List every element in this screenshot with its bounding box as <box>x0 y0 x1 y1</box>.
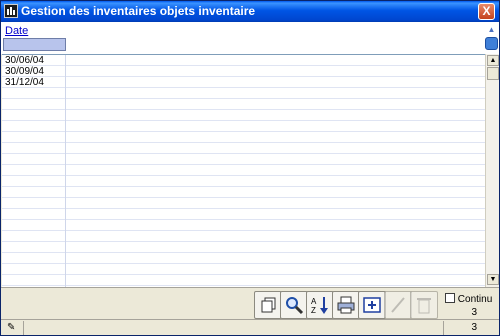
copy-icon <box>261 297 276 313</box>
app-icon <box>4 4 18 18</box>
date-filter-input[interactable] <box>3 38 66 51</box>
copy-button[interactable] <box>254 291 282 319</box>
chevron-up-icon[interactable]: ▲ <box>486 25 497 34</box>
bottom-toolbar: A Z Continu 3 <box>1 287 499 319</box>
close-button[interactable]: X <box>478 3 495 20</box>
edit-icon <box>391 297 405 313</box>
search-button[interactable] <box>280 291 308 319</box>
main-window: Gestion des inventaires objets inventair… <box>0 0 500 336</box>
vertical-scrollbar[interactable]: ▲ ▼ <box>485 54 499 287</box>
status-divider <box>23 321 24 335</box>
window-title: Gestion des inventaires objets inventair… <box>21 4 256 18</box>
continu-label: Continu <box>457 294 493 305</box>
title-bar[interactable]: Gestion des inventaires objets inventair… <box>1 1 499 22</box>
status-bar: ✎ 3 <box>1 319 499 335</box>
svg-text:A: A <box>311 297 317 306</box>
record-count: 3 <box>471 307 477 318</box>
status-divider <box>443 321 444 335</box>
date-column-header[interactable]: Date <box>5 25 28 37</box>
add-button[interactable] <box>358 291 386 319</box>
table-row[interactable]: 30/06/04 <box>5 55 65 66</box>
grid-lines <box>2 55 485 287</box>
options-icon[interactable] <box>485 37 498 50</box>
delete-button[interactable] <box>410 291 438 319</box>
svg-text:Z: Z <box>311 306 316 315</box>
print-icon <box>337 296 355 314</box>
scroll-up-button[interactable]: ▲ <box>487 55 499 66</box>
sort-az-button[interactable]: A Z <box>306 291 334 319</box>
sort-az-icon: A Z <box>311 297 328 315</box>
column-header-area: Date ▲ <box>1 22 499 54</box>
search-icon <box>286 297 304 315</box>
add-icon <box>363 297 381 313</box>
status-count: 3 <box>471 322 477 333</box>
table-row[interactable]: 30/09/04 <box>5 66 65 77</box>
pencil-icon: ✎ <box>7 322 16 333</box>
continu-checkbox[interactable] <box>445 293 455 303</box>
edit-button[interactable] <box>384 291 412 319</box>
column-separator <box>65 55 66 287</box>
table-row[interactable]: 31/12/04 <box>5 77 65 88</box>
scroll-thumb[interactable] <box>487 67 499 80</box>
scroll-down-button[interactable]: ▼ <box>487 274 499 285</box>
continu-option[interactable]: Continu <box>445 293 492 305</box>
data-grid[interactable]: 30/06/04 30/09/04 31/12/04 <box>2 54 485 287</box>
trash-icon <box>417 298 431 314</box>
print-button[interactable] <box>332 291 360 319</box>
